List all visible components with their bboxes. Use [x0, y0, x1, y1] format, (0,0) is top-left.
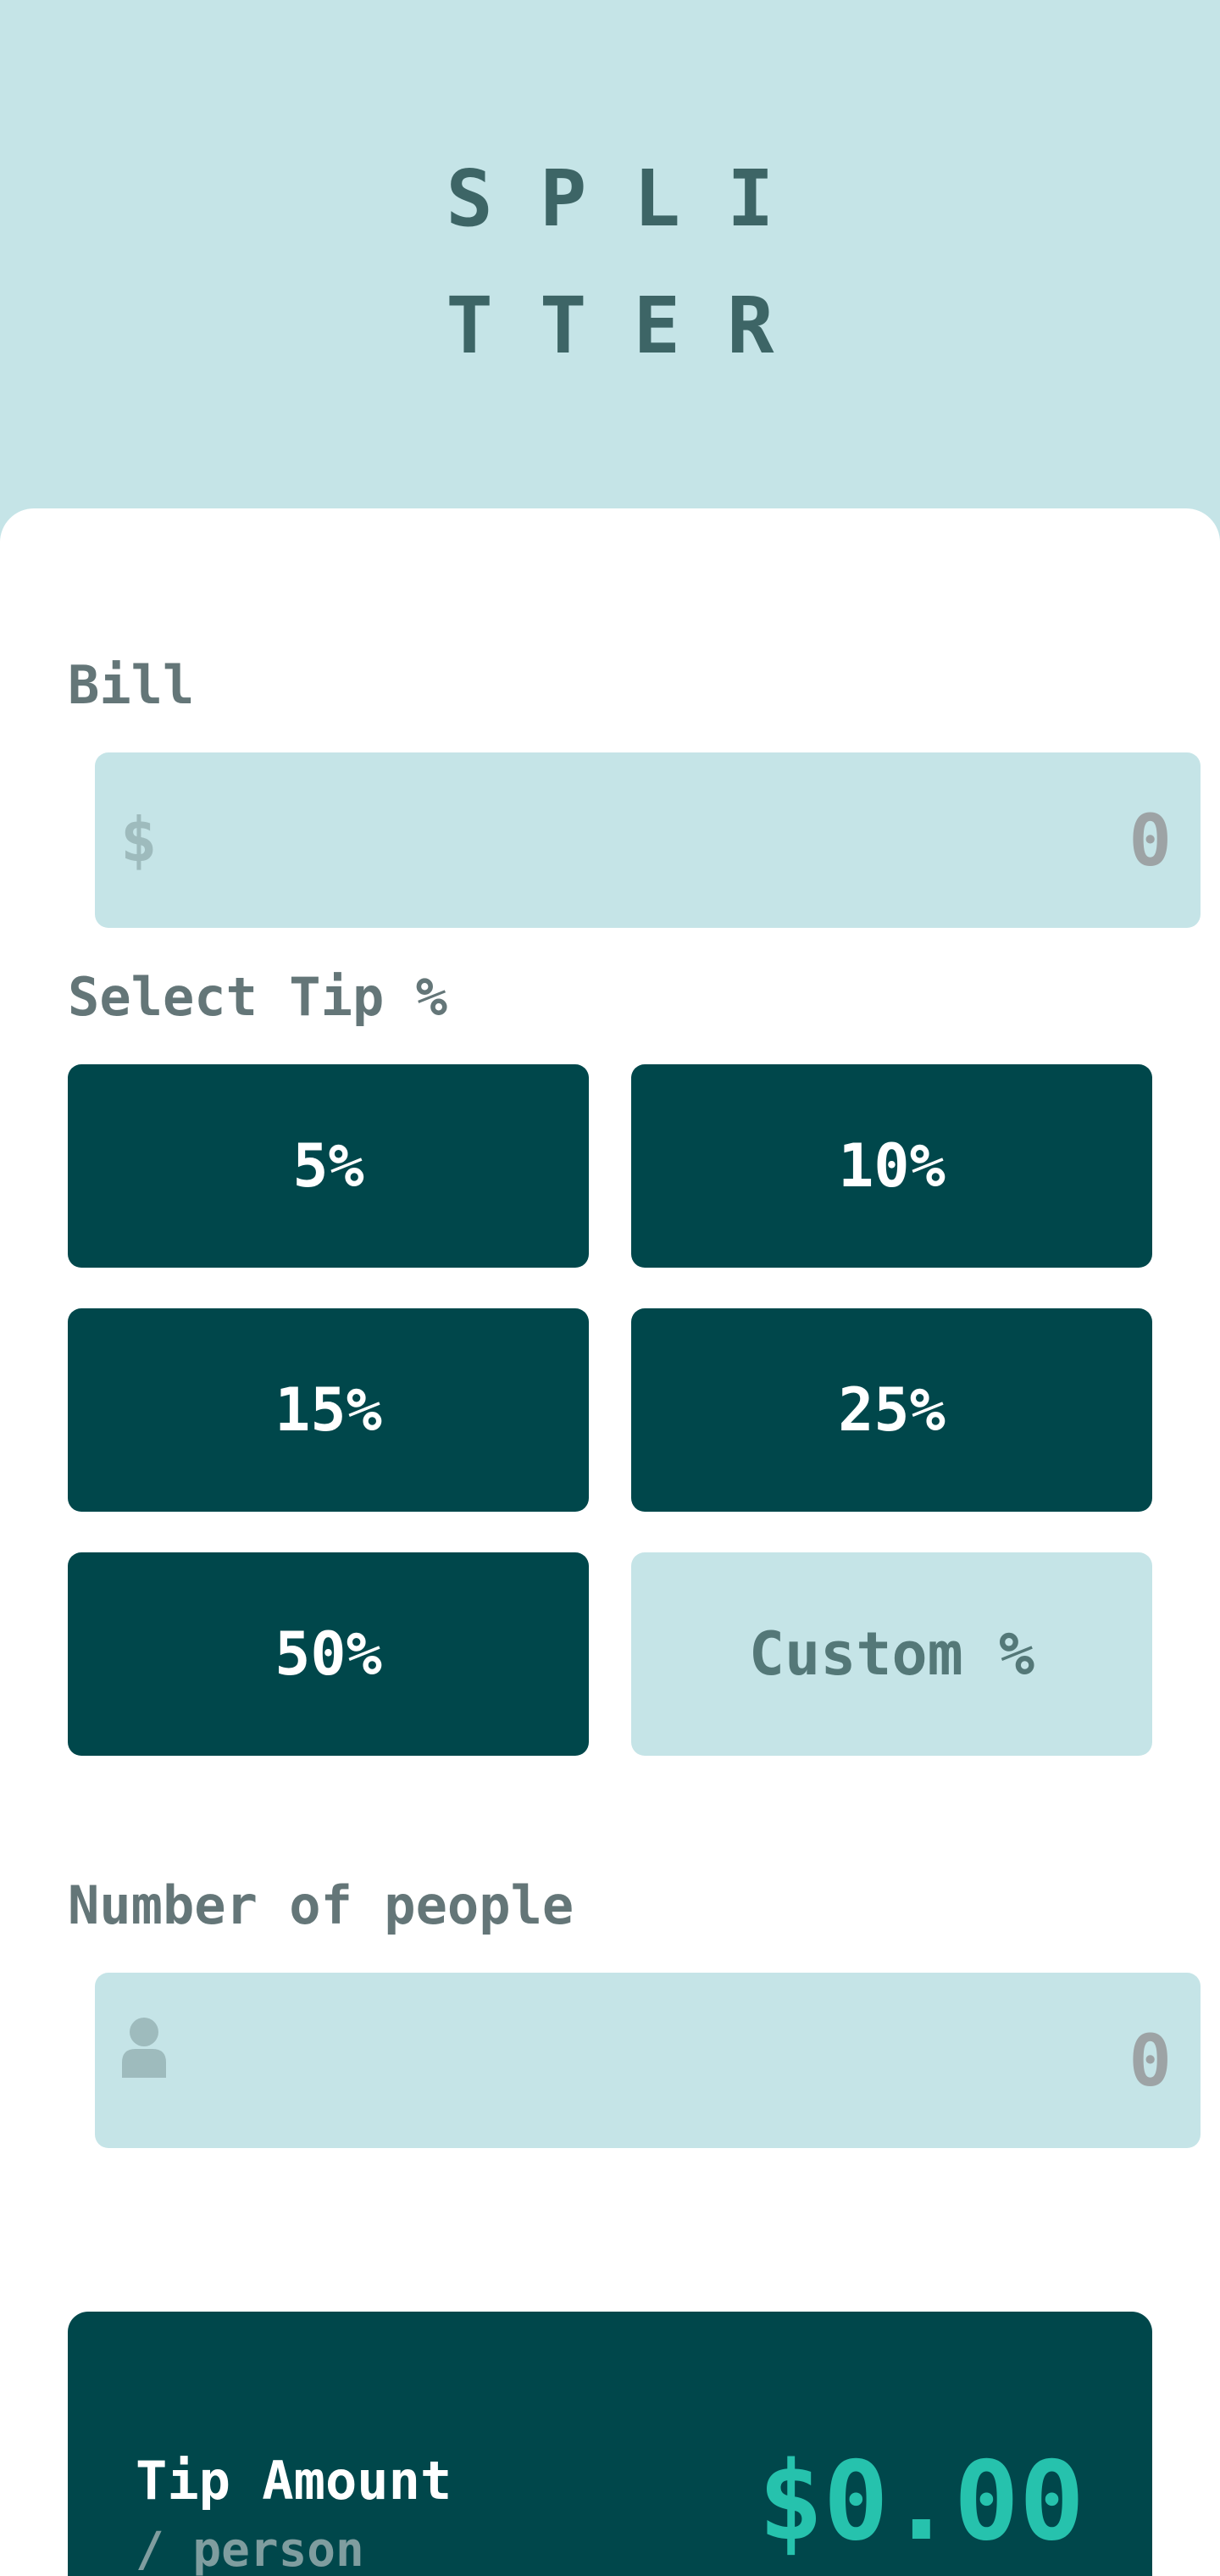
tip-10-button[interactable]: 10% [631, 1064, 1152, 1268]
result-panel: Tip Amount / person $0.00 [68, 2312, 1152, 2576]
bill-input[interactable] [409, 790, 1172, 891]
bill-label: Bill [68, 654, 195, 716]
tip-amount-label: Tip Amount [136, 2450, 452, 2512]
calculator-card: Bill $ Select Tip % 5% 10% 15% 25% 50% C… [0, 508, 1220, 2576]
custom-tip-input[interactable]: Custom % [631, 1552, 1152, 1756]
app-logo: SPLI TTER [0, 136, 1220, 390]
tip-25-button[interactable]: 25% [631, 1308, 1152, 1512]
tip-5-button[interactable]: 5% [68, 1064, 589, 1268]
tip-15-button[interactable]: 15% [68, 1308, 589, 1512]
number-of-people-label: Number of people [68, 1874, 574, 1936]
logo-line-2: TTER [446, 280, 821, 371]
person-icon [122, 2018, 166, 2078]
logo-line-1: SPLI [446, 153, 821, 244]
dollar-icon: $ [120, 804, 158, 875]
select-tip-label: Select Tip % [68, 966, 447, 1028]
tip-50-button[interactable]: 50% [68, 1552, 589, 1756]
people-input[interactable] [409, 2010, 1172, 2112]
tip-amount-sublabel: / person [136, 2523, 364, 2576]
tip-amount-value: $0.00 [757, 2439, 1084, 2565]
people-field[interactable] [95, 1973, 1201, 2148]
bill-field[interactable]: $ [95, 752, 1201, 928]
